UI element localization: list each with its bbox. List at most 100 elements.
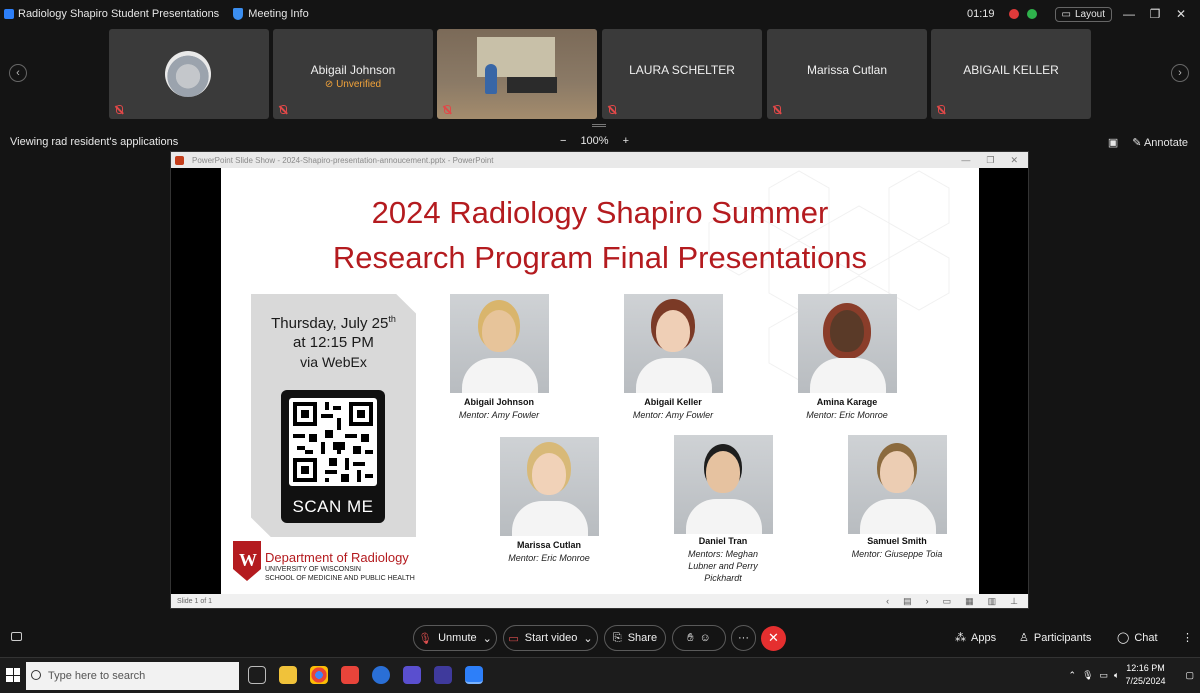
mic-off-icon	[937, 105, 945, 115]
ppt-minimize-icon[interactable]: —	[961, 155, 970, 166]
presenter-name: Daniel Tran	[698, 536, 748, 546]
chevron-up-icon[interactable]: ⌃	[1069, 670, 1077, 681]
qr-code-card: SCAN ME	[281, 390, 385, 523]
epic-icon[interactable]	[341, 666, 359, 684]
participant-name: Marissa Cutlan	[806, 63, 888, 77]
notifications-icon[interactable]: ▢	[1185, 670, 1194, 681]
chevron-down-icon: ⌄	[482, 632, 492, 645]
ppt-restore-icon[interactable]: ❐	[986, 155, 994, 166]
more-panels-icon[interactable]: ⋮	[1182, 631, 1193, 644]
shield-icon	[233, 8, 244, 20]
start-video-button[interactable]: ▭ Start video ⌄	[503, 625, 598, 651]
normal-view-icon[interactable]: ▭	[943, 596, 952, 607]
presenter-name: Abigail Keller	[644, 397, 702, 407]
pop-out-icon[interactable]: ▣	[1108, 136, 1118, 149]
system-tray: ⌃ 🎙︎ ▭ 🔈︎ 12:16 PM 7/25/2024 ▢	[1069, 662, 1194, 688]
captions-icon[interactable]	[11, 632, 22, 641]
more-options-button[interactable]: ···	[731, 625, 756, 651]
end-call-button[interactable]: ✕	[761, 626, 786, 651]
participant-tile[interactable]: Marissa Cutlan	[767, 29, 927, 119]
presenter-photo	[624, 294, 723, 393]
slide-title-line1: 2024 Radiology Shapiro Summer	[371, 195, 829, 230]
room-person	[485, 64, 497, 94]
slideshow-icon[interactable]: ⊥	[1010, 596, 1018, 607]
apps-icon: ⁂	[955, 632, 966, 644]
layout-button[interactable]: ▭ Layout	[1054, 6, 1112, 22]
participant-tile-video[interactable]	[437, 29, 597, 119]
presenter-coat	[810, 358, 886, 393]
resize-handle[interactable]	[592, 124, 606, 127]
chevron-down-icon: ⌄	[583, 632, 593, 645]
reading-view-icon[interactable]: ▥	[988, 596, 997, 607]
task-view-icon[interactable]	[248, 666, 266, 684]
presenter-mentor: Mentor: Amy Fowler	[458, 410, 540, 420]
share-bar: Viewing rad resident's applications − 10…	[0, 132, 1200, 152]
participant-tile[interactable]	[109, 29, 269, 119]
mic-off-icon: 🎙︎	[418, 632, 433, 645]
participant-tile[interactable]: ABIGAIL KELLER	[931, 29, 1091, 119]
chat-button[interactable]: ◯ Chat	[1117, 631, 1158, 645]
presenter-head	[482, 310, 516, 352]
share-icon: ⎘	[612, 631, 622, 644]
meeting-timer: 01:19	[966, 8, 995, 20]
taskbar-search[interactable]: Type here to search	[26, 662, 239, 690]
strip-next-icon[interactable]: ›	[1171, 64, 1189, 82]
dictation-icon[interactable]	[372, 666, 390, 684]
presenter-head	[830, 310, 864, 352]
app-title: Radiology Shapiro Student Presentations	[18, 8, 220, 20]
chat-icon: ◯	[1117, 632, 1130, 644]
app-icon[interactable]	[434, 666, 452, 684]
webex-taskbar-icon[interactable]	[465, 666, 483, 684]
unmute-button[interactable]: 🎙︎ Unmute ⌄	[413, 625, 497, 651]
meeting-info-label: Meeting Info	[248, 8, 309, 20]
slide-sorter-icon[interactable]: ▤	[903, 596, 912, 607]
event-date-text: Thursday, July 25	[271, 315, 389, 332]
presenter-name: Samuel Smith	[867, 536, 927, 546]
zoom-out-button[interactable]: −	[560, 135, 566, 147]
qr-code	[289, 398, 377, 486]
ppt-close-icon[interactable]: ✕	[1010, 155, 1018, 166]
presenter-mentor: Mentor: Amy Fowler	[632, 410, 714, 420]
zoom-in-button[interactable]: +	[623, 135, 629, 147]
share-button[interactable]: ⎘ Share	[604, 625, 666, 651]
ppt-title-bar: PowerPoint Slide Show - 2024-Shapiro-pre…	[171, 152, 1028, 168]
unverified-badge: ⊘ Unverified	[324, 79, 382, 90]
shared-content[interactable]: PowerPoint Slide Show - 2024-Shapiro-pre…	[170, 151, 1029, 609]
reactions-button[interactable]: ✋︎ ☺	[672, 625, 726, 651]
clock[interactable]: 12:16 PM 7/25/2024	[1125, 662, 1165, 688]
next-slide-icon[interactable]: ›	[926, 596, 929, 607]
windows-start-icon[interactable]	[6, 668, 20, 682]
chrome-icon[interactable]	[310, 666, 328, 684]
annotate-button[interactable]: ✎ Annotate	[1132, 136, 1188, 149]
event-info-card: Thursday, July 25th at 12:15 PM via WebE…	[251, 294, 416, 537]
strip-prev-icon[interactable]: ‹	[9, 64, 27, 82]
participants-button[interactable]: ♙ Participants	[1019, 631, 1091, 645]
connection-icon[interactable]	[1026, 9, 1037, 19]
minimize-icon[interactable]: —	[1120, 7, 1138, 21]
ppt-window-title: PowerPoint Slide Show - 2024-Shapiro-pre…	[192, 155, 494, 165]
powerpoint-icon	[175, 155, 184, 165]
apps-button[interactable]: ⁂ Apps	[955, 631, 996, 645]
mic-icon[interactable]: 🎙︎	[1082, 670, 1093, 681]
chat-label: Chat	[1134, 631, 1158, 644]
participant-tile[interactable]: Abigail Johnson ⊘ Unverified	[273, 29, 433, 119]
recording-icon[interactable]	[1008, 9, 1019, 19]
volume-icon[interactable]: 🔈︎	[1114, 670, 1119, 681]
presenter-name: Marissa Cutlan	[516, 540, 582, 550]
meeting-info-button[interactable]: Meeting Info	[233, 8, 309, 20]
room-desk	[507, 77, 557, 93]
presenter-name: Amina Karage	[816, 397, 878, 407]
presenter-photo	[500, 437, 599, 536]
network-icon[interactable]: ▭	[1100, 670, 1109, 681]
title-bar: Radiology Shapiro Student Presentations …	[0, 0, 1200, 28]
grid-view-icon[interactable]: ▦	[965, 596, 974, 607]
close-icon[interactable]: ✕	[1172, 7, 1190, 21]
participant-tile[interactable]: LAURA SCHELTER	[602, 29, 762, 119]
teams-icon[interactable]	[403, 666, 421, 684]
file-explorer-icon[interactable]	[279, 666, 297, 684]
presenter-photo	[674, 435, 773, 534]
presenter-mentor: Mentor: Eric Monroe	[508, 553, 590, 563]
restore-icon[interactable]: ❐	[1146, 7, 1164, 21]
slide-counter: Slide 1 of 1	[177, 597, 213, 605]
prev-slide-icon[interactable]: ‹	[886, 596, 889, 607]
